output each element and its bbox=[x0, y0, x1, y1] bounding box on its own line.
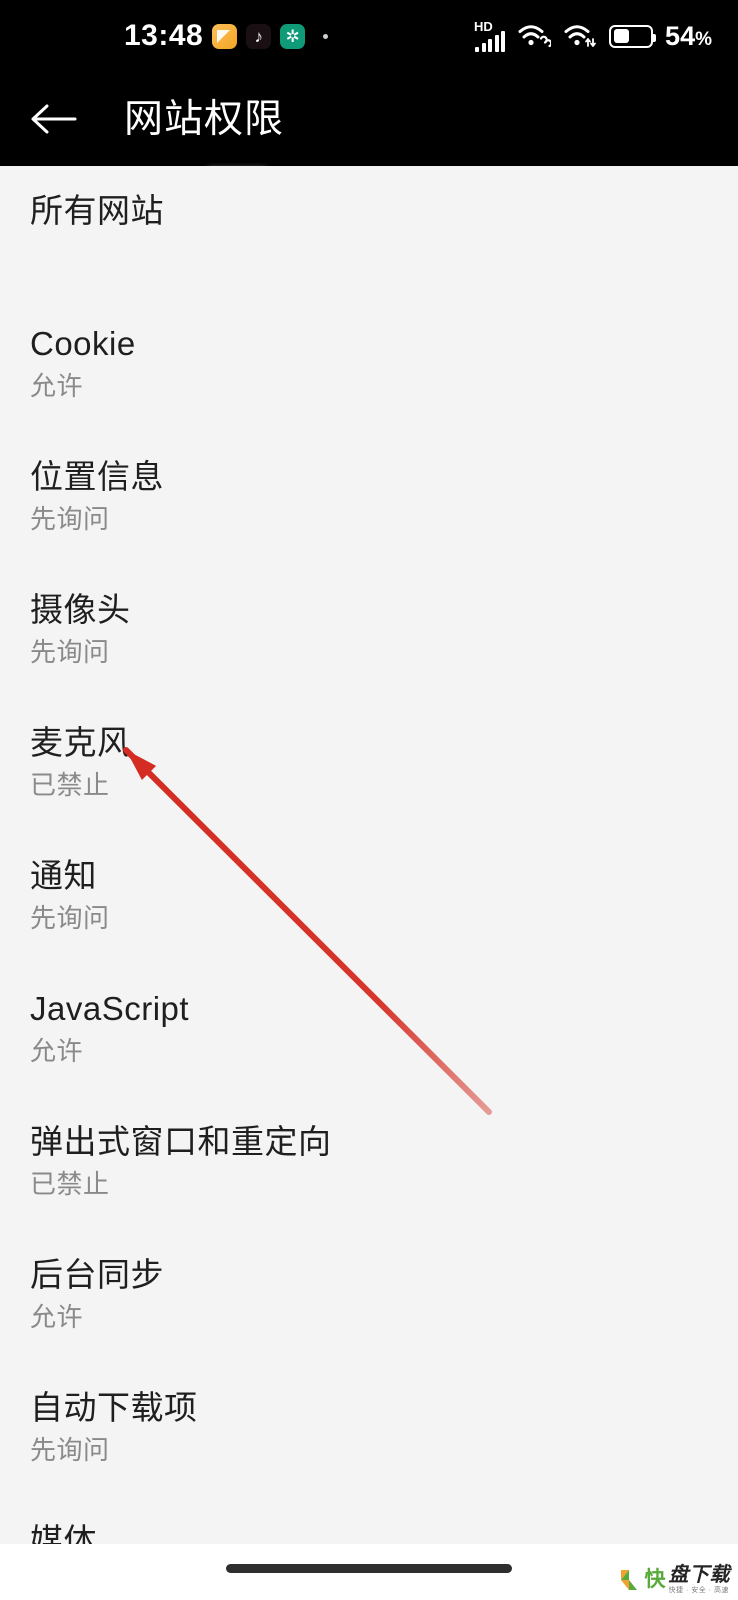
permission-status: 先询问 bbox=[30, 637, 110, 667]
permission-title: 后台同步 bbox=[30, 1256, 164, 1293]
home-gesture-indicator[interactable] bbox=[226, 1564, 512, 1573]
wifi-transfer-icon bbox=[563, 23, 597, 49]
permission-row[interactable]: 通知 先询问 bbox=[0, 857, 738, 990]
back-arrow-icon bbox=[31, 104, 77, 134]
watermark-logo-icon bbox=[620, 1568, 642, 1592]
battery-fill bbox=[613, 29, 629, 43]
status-bar-clock: 13:48 bbox=[124, 19, 204, 52]
permissions-scroll-area[interactable]: 所有网站 Cookie 允许 位置信息 先询问 摄像头 先询问 麦克风 已禁止 通知 先询问 Java… bbox=[0, 166, 738, 1544]
permission-title: Cookie bbox=[30, 325, 136, 362]
signal-bars-icon bbox=[475, 31, 506, 52]
status-bar: 13:48 ♪ ✲ HD 54% bbox=[0, 0, 738, 72]
permission-title: 麦克风 bbox=[30, 724, 131, 761]
app-bar: 网站权限 bbox=[0, 72, 738, 166]
more-notifications-dot-icon bbox=[323, 33, 329, 39]
permission-row[interactable]: 后台同步 允许 bbox=[0, 1256, 738, 1389]
files-app-icon bbox=[212, 23, 238, 49]
permission-title: 媒体 bbox=[30, 1522, 97, 1544]
watermark-brand-rest: 盘下载 bbox=[668, 1564, 730, 1586]
permission-title: 摄像头 bbox=[30, 591, 131, 628]
status-bar-left: 13:48 ♪ ✲ bbox=[124, 19, 329, 52]
tiktok-app-icon: ♪ bbox=[246, 23, 272, 49]
battery-percent-label: 54% bbox=[665, 20, 712, 51]
watermark-tagline: 快捷 · 安全 · 高速 bbox=[668, 1587, 729, 1594]
permission-row[interactable]: 摄像头 先询问 bbox=[0, 591, 738, 724]
permission-title: 弹出式窗口和重定向 bbox=[30, 1123, 332, 1160]
permission-row[interactable]: 自动下载项 先询问 bbox=[0, 1389, 738, 1522]
permissions-list: 所有网站 Cookie 允许 位置信息 先询问 摄像头 先询问 麦克风 已禁止 通知 先询问 Java… bbox=[0, 166, 738, 1544]
permission-status: 允许 bbox=[30, 371, 84, 401]
status-bar-right: HD 54% bbox=[474, 20, 712, 52]
phone-screen: 13:48 ♪ ✲ HD 54% 网站权限 所有网站 Cookie 允许 位置信… bbox=[0, 0, 738, 1600]
permission-status: 先询问 bbox=[30, 504, 110, 534]
battery-icon bbox=[609, 24, 657, 48]
permission-status: 先询问 bbox=[30, 1435, 110, 1465]
permission-title: JavaScript bbox=[30, 990, 190, 1027]
battery-percent-value: 54 bbox=[665, 20, 696, 51]
permission-row[interactable]: 麦克风 已禁止 bbox=[0, 724, 738, 857]
watermark-brand-block: 盘下载 快捷 · 安全 · 高速 bbox=[669, 1565, 731, 1594]
permission-row[interactable]: Cookie 允许 bbox=[0, 325, 738, 458]
gear-icon: ✲ bbox=[285, 26, 300, 46]
permission-row[interactable]: JavaScript 允许 bbox=[0, 990, 738, 1123]
battery-percent-symbol: % bbox=[695, 28, 712, 50]
settings-app-icon: ✲ bbox=[280, 23, 306, 49]
back-button[interactable] bbox=[16, 82, 90, 156]
permission-row[interactable]: 所有网站 bbox=[0, 192, 738, 325]
permission-row[interactable]: 媒体 bbox=[0, 1522, 738, 1544]
permission-row[interactable]: 弹出式窗口和重定向已禁止 bbox=[0, 1123, 738, 1256]
wifi-link-icon bbox=[517, 23, 553, 49]
permission-status: 先询问 bbox=[30, 903, 110, 933]
hd-signal-icon: HD bbox=[474, 19, 506, 52]
permission-status: 已禁止 bbox=[30, 1169, 110, 1199]
permission-status: 已禁止 bbox=[30, 770, 110, 800]
permission-title: 所有网站 bbox=[30, 192, 164, 229]
permission-title: 通知 bbox=[30, 857, 97, 894]
permission-title: 自动下载项 bbox=[30, 1389, 198, 1426]
permission-title: 位置信息 bbox=[30, 458, 164, 495]
permission-status: 允许 bbox=[30, 1302, 84, 1332]
site-watermark: 快 盘下载 快捷 · 安全 · 高速 bbox=[620, 1565, 731, 1594]
music-note-glyph: ♪ bbox=[254, 26, 263, 46]
permission-row[interactable]: 位置信息 先询问 bbox=[0, 458, 738, 591]
permission-status: 允许 bbox=[30, 1036, 84, 1066]
page-title: 网站权限 bbox=[124, 97, 285, 141]
hd-label: HD bbox=[474, 19, 493, 34]
watermark-brand-first: 快 bbox=[644, 1567, 666, 1591]
